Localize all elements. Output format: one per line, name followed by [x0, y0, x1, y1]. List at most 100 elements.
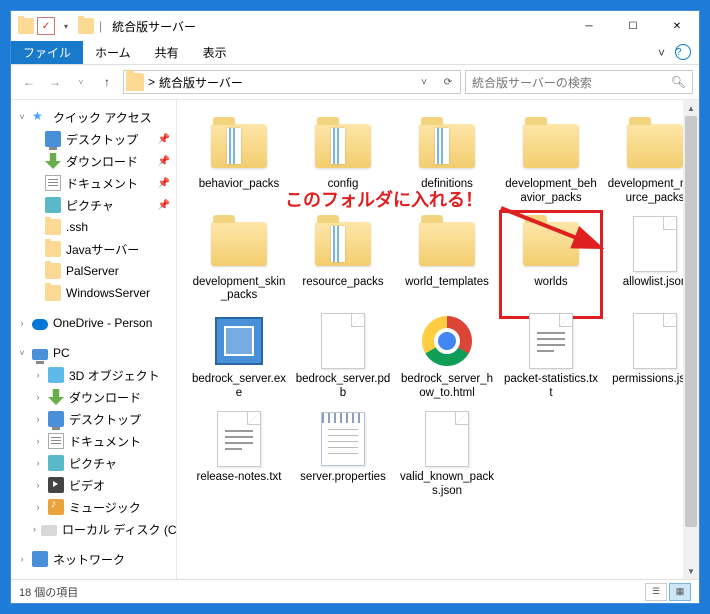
refresh-button[interactable]: ⟳ [438, 77, 458, 88]
navigation-pane[interactable]: ˅ ★ クイック アクセス デスクトップ📌ダウンロード📌ドキュメント📌ピクチャ📌… [11, 100, 177, 579]
doc-icon [48, 433, 64, 449]
nav-onedrive[interactable]: › OneDrive - Person [11, 312, 176, 334]
file-item[interactable]: resource_packs [293, 212, 393, 306]
search-icon[interactable]: 🔍︎ [671, 75, 686, 89]
tab-file[interactable]: ファイル [11, 41, 83, 64]
chrome-icon [422, 316, 472, 366]
file-item[interactable]: behavior_packs [189, 114, 289, 208]
details-view-button[interactable]: ☰ [645, 583, 667, 601]
scroll-track[interactable] [683, 116, 699, 563]
minimize-button[interactable]: ─ [567, 11, 611, 41]
folder-icon [419, 124, 475, 168]
file-label: world_templates [405, 276, 489, 290]
file-item[interactable]: permissions.json [605, 309, 683, 403]
star-icon: ★ [32, 109, 48, 125]
recent-locations-button[interactable]: ˅ [69, 70, 93, 94]
pin-icon: 📌 [158, 178, 170, 189]
tab-share[interactable]: 共有 [143, 41, 191, 64]
ribbon-expand-button[interactable]: ˅ [648, 41, 675, 64]
nav-network[interactable]: › ネットワーク [11, 548, 176, 570]
file-item[interactable]: worlds [501, 212, 601, 306]
chevron-right-icon[interactable]: › [33, 524, 36, 534]
scroll-up-button[interactable]: ▲ [683, 100, 699, 116]
sidebar-item[interactable]: Javaサーバー [11, 238, 176, 260]
chevron-down-icon[interactable]: ˅ [17, 112, 27, 122]
checkbox-icon[interactable]: ✓ [37, 17, 55, 35]
chevron-right-icon[interactable]: › [33, 502, 43, 512]
nav-label: クイック アクセス [53, 109, 152, 126]
sidebar-item[interactable]: .ssh [11, 216, 176, 238]
chevron-right-icon[interactable]: › [17, 554, 27, 564]
file-item[interactable]: config [293, 114, 393, 208]
nav-label: ピクチャ [69, 455, 117, 472]
nav-pc[interactable]: ˅ PC [11, 342, 176, 364]
file-item[interactable]: development_resource_packs [605, 114, 683, 208]
chevron-right-icon[interactable]: › [33, 370, 43, 380]
file-item[interactable]: definitions [397, 114, 497, 208]
file-label: definitions [421, 178, 473, 192]
file-icon [425, 411, 469, 467]
address-text[interactable]: 統合版サーバー [159, 74, 410, 91]
sidebar-item[interactable]: WindowsServer [11, 282, 176, 304]
titlebar[interactable]: ✓ ▾ | 統合版サーバー ─ ☐ ✕ [11, 11, 699, 41]
search-box[interactable]: 統合版サーバーの検索 🔍︎ [465, 70, 693, 94]
sidebar-item[interactable]: ›ビデオ [11, 474, 176, 496]
file-item[interactable]: valid_known_packs.json [397, 407, 497, 501]
chevron-right-icon[interactable]: › [33, 392, 43, 402]
tab-home[interactable]: ホーム [83, 41, 143, 64]
file-label: bedrock_server_how_to.html [399, 373, 495, 401]
icons-view-button[interactable]: ▦ [669, 583, 691, 601]
address-bar[interactable]: > 統合版サーバー ˅ ⟳ [123, 70, 461, 94]
file-item[interactable]: development_behavior_packs [501, 114, 601, 208]
forward-button[interactable]: → [43, 70, 67, 94]
folder-icon [523, 222, 579, 266]
chevron-right-icon[interactable]: › [33, 458, 43, 468]
sidebar-item[interactable]: ›デスクトップ [11, 408, 176, 430]
file-item[interactable]: release-notes.txt [189, 407, 289, 501]
close-button[interactable]: ✕ [655, 11, 699, 41]
desktop-icon [45, 131, 61, 147]
sidebar-item[interactable]: ›ミュージック [11, 496, 176, 518]
chevron-right-icon[interactable]: › [33, 414, 43, 424]
file-list-pane[interactable]: behavior_packsconfig definitions developme… [177, 100, 683, 579]
scroll-thumb[interactable] [685, 116, 697, 527]
sidebar-item[interactable]: ›ドキュメント [11, 430, 176, 452]
qat-overflow-icon[interactable]: ▾ [57, 17, 75, 35]
tab-view[interactable]: 表示 [191, 41, 239, 64]
file-item[interactable]: bedrock_server_how_to.html [397, 309, 497, 403]
chevron-right-icon[interactable]: › [33, 480, 43, 490]
search-placeholder: 統合版サーバーの検索 [472, 74, 592, 91]
sidebar-item[interactable]: ドキュメント📌 [11, 172, 176, 194]
file-item[interactable]: development_skin_packs [189, 212, 289, 306]
nav-quick-access[interactable]: ˅ ★ クイック アクセス [11, 106, 176, 128]
sidebar-item[interactable]: ピクチャ📌 [11, 194, 176, 216]
folder-icon [315, 124, 371, 168]
file-item[interactable]: world_templates [397, 212, 497, 306]
sidebar-item[interactable]: ›ローカル ディスク (C [11, 518, 176, 540]
sidebar-item[interactable]: PalServer [11, 260, 176, 282]
sidebar-item[interactable]: ダウンロード📌 [11, 150, 176, 172]
scroll-down-button[interactable]: ▼ [683, 563, 699, 579]
file-label: packet-statistics.txt [503, 373, 599, 401]
chevron-right-icon[interactable]: › [33, 436, 43, 446]
chevron-right-icon[interactable]: › [17, 318, 27, 328]
file-item[interactable]: packet-statistics.txt [501, 309, 601, 403]
help-button[interactable]: ? [675, 44, 691, 60]
vertical-scrollbar[interactable]: ▲ ▼ [683, 100, 699, 579]
file-item[interactable]: allowlist.json [605, 212, 683, 306]
sidebar-item[interactable]: › ピクチャ [11, 452, 176, 474]
file-item[interactable]: bedrock_server.exe [189, 309, 289, 403]
address-dropdown-button[interactable]: ˅ [414, 77, 434, 88]
back-button[interactable]: ← [17, 70, 41, 94]
up-button[interactable]: ↑ [95, 70, 119, 94]
nav-label: WindowsServer [66, 286, 150, 300]
sidebar-item[interactable]: ›3D オブジェクト [11, 364, 176, 386]
file-item[interactable]: bedrock_server.pdb [293, 309, 393, 403]
chevron-down-icon[interactable]: ˅ [17, 348, 27, 358]
sidebar-item[interactable]: デスクトップ📌 [11, 128, 176, 150]
file-item[interactable]: server.properties [293, 407, 393, 501]
maximize-button[interactable]: ☐ [611, 11, 655, 41]
pic-icon [48, 455, 64, 471]
sidebar-item[interactable]: ›ダウンロード [11, 386, 176, 408]
network-icon [32, 551, 48, 567]
